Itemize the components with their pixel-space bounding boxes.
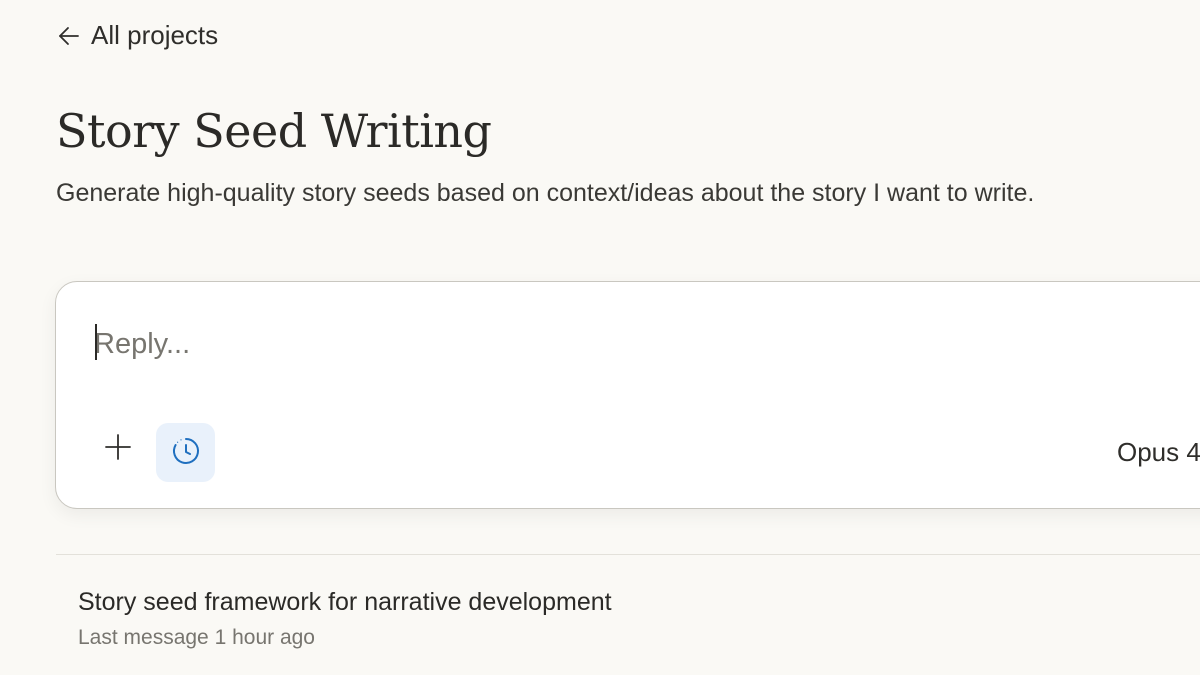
chat-last-message-time: Last message 1 hour ago	[78, 626, 315, 649]
chat-list-item[interactable]: Story seed framework for narrative devel…	[78, 588, 612, 650]
arrow-left-icon	[57, 24, 81, 48]
section-divider	[56, 554, 1200, 555]
project-title: Story Seed Writing	[56, 104, 492, 158]
reply-composer: Opus 4	[55, 281, 1200, 509]
project-page: All projects Story Seed Writing Generate…	[0, 0, 1200, 675]
back-to-projects-link[interactable]: All projects	[57, 20, 218, 51]
add-attachment-button[interactable]	[94, 424, 142, 472]
extended-thinking-button[interactable]	[156, 423, 215, 482]
model-selector[interactable]: Opus 4	[1117, 437, 1200, 468]
chat-title: Story seed framework for narrative devel…	[78, 588, 612, 616]
reply-input[interactable]	[94, 322, 994, 366]
clock-history-icon	[170, 435, 202, 470]
plus-icon	[103, 432, 133, 465]
project-description: Generate high-quality story seeds based …	[56, 179, 1035, 207]
text-caret	[95, 324, 97, 360]
back-link-label: All projects	[91, 20, 219, 50]
